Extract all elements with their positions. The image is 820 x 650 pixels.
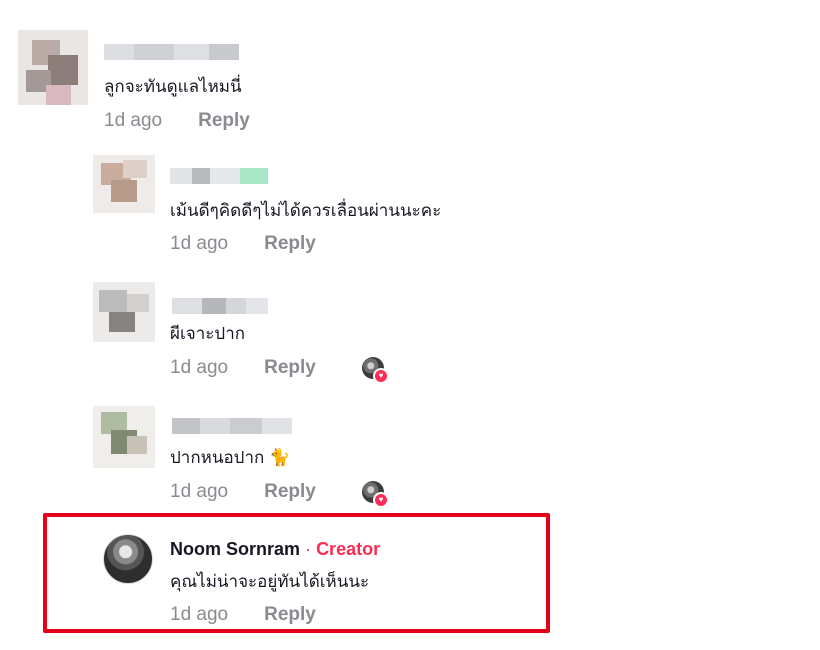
timestamp: 1d ago [104, 110, 163, 131]
creator-avatar[interactable] [103, 534, 153, 584]
avatar[interactable] [93, 406, 155, 468]
avatar[interactable] [93, 282, 155, 342]
comment-meta: 1d ago Reply [170, 604, 316, 626]
heart-icon: ♥ [373, 492, 389, 508]
creator-badge: Creator [316, 539, 381, 559]
comment-text: เม้นดีๆคิดดีๆไม่ได้ควรเลื่อนผ่านนะคะ [170, 201, 442, 220]
comment-text: ผีเจาะปาก [170, 324, 246, 343]
reply-button[interactable]: Reply [264, 481, 316, 502]
avatar[interactable] [18, 30, 88, 105]
reply-button[interactable]: Reply [264, 604, 316, 625]
timestamp: 1d ago [170, 604, 229, 625]
comment-text: คุณไม่น่าจะอยู่ทันได้เห็นนะ [170, 572, 370, 591]
comment-meta: 1d ago Reply [170, 357, 316, 379]
comment-meta: 1d ago Reply [104, 110, 250, 132]
username-blurred[interactable] [172, 418, 292, 434]
separator: · [305, 539, 312, 559]
comment-text: ปากหนอปาก 🐈 [170, 448, 291, 467]
timestamp: 1d ago [170, 233, 229, 254]
timestamp: 1d ago [170, 481, 229, 502]
username-blurred[interactable] [170, 168, 268, 184]
username-blurred[interactable] [104, 44, 239, 60]
reply-button[interactable]: Reply [198, 110, 250, 131]
timestamp: 1d ago [170, 357, 229, 378]
comment-meta: 1d ago Reply [170, 233, 316, 255]
creator-liked-avatar-icon: ♥ [362, 481, 389, 508]
reply-button[interactable]: Reply [264, 357, 316, 378]
avatar[interactable] [93, 155, 155, 213]
comment-text: ลูกจะทันดูแลไหมนี่ [104, 77, 242, 96]
reply-button[interactable]: Reply [264, 233, 316, 254]
heart-icon: ♥ [373, 368, 389, 384]
creator-username[interactable]: Noom Sornram [170, 539, 300, 559]
creator-liked-avatar-icon: ♥ [362, 357, 389, 384]
creator-name-line: Noom Sornram · Creator [170, 539, 380, 560]
username-blurred[interactable] [172, 298, 268, 314]
comment-meta: 1d ago Reply [170, 481, 316, 503]
